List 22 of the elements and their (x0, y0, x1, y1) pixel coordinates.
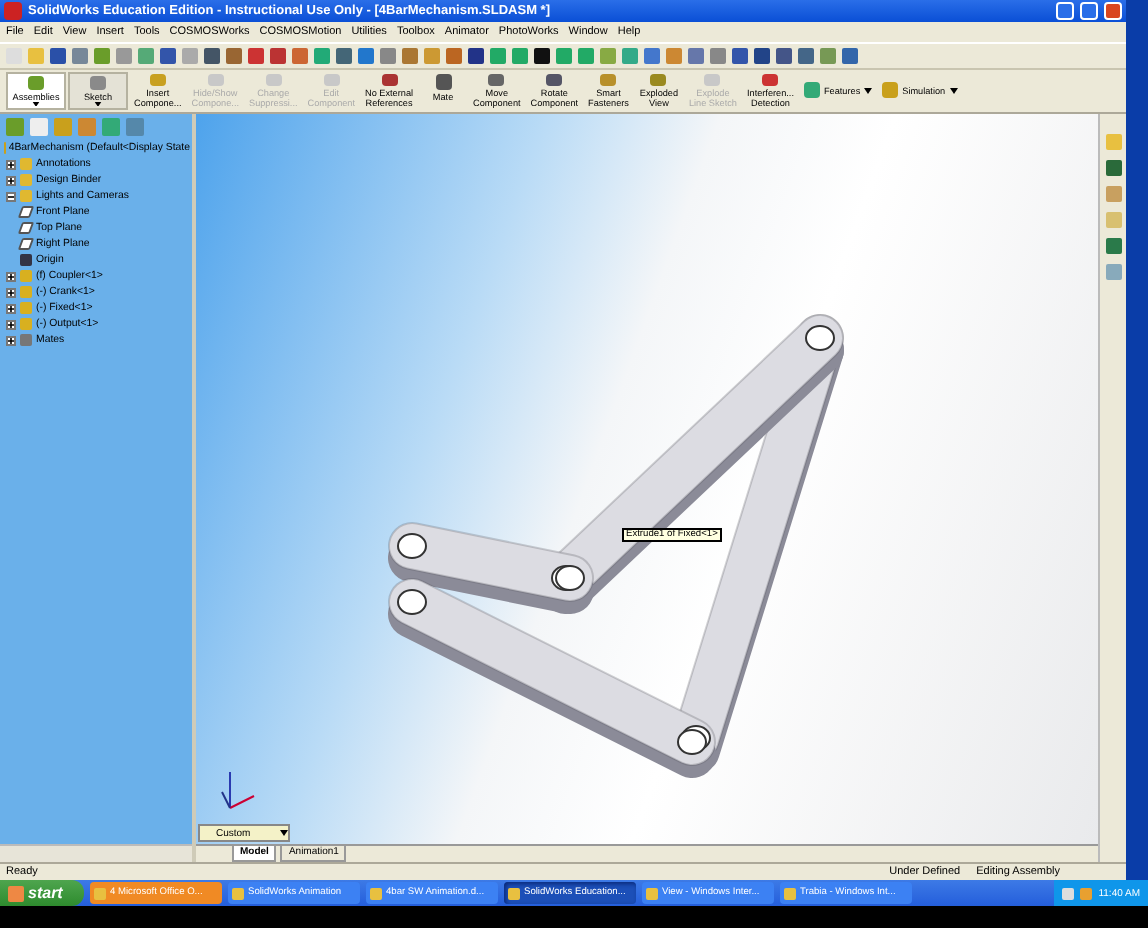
expand-toggle[interactable] (6, 335, 16, 345)
caret-icon (949, 88, 958, 94)
expand-toggle[interactable] (6, 159, 16, 169)
app-icon (4, 2, 22, 20)
close-button[interactable] (1104, 2, 1122, 20)
start-button[interactable]: start (0, 880, 84, 906)
maximize-button[interactable] (1080, 2, 1098, 20)
mates-icon (20, 334, 32, 346)
expand-toggle[interactable] (6, 191, 16, 201)
caret-icon (280, 830, 288, 836)
expand-toggle[interactable] (6, 319, 16, 329)
caret-icon (864, 88, 873, 94)
triad-icon (220, 768, 256, 812)
caret-icon (32, 101, 40, 106)
expand-toggle[interactable] (6, 175, 16, 185)
expand-toggle[interactable] (6, 287, 16, 297)
scrollbar[interactable] (0, 844, 192, 862)
origin-icon (20, 254, 32, 266)
minimize-button[interactable] (1056, 2, 1074, 20)
caret-icon (94, 101, 102, 106)
expand-toggle[interactable] (6, 271, 16, 281)
expand-toggle[interactable] (6, 303, 16, 313)
